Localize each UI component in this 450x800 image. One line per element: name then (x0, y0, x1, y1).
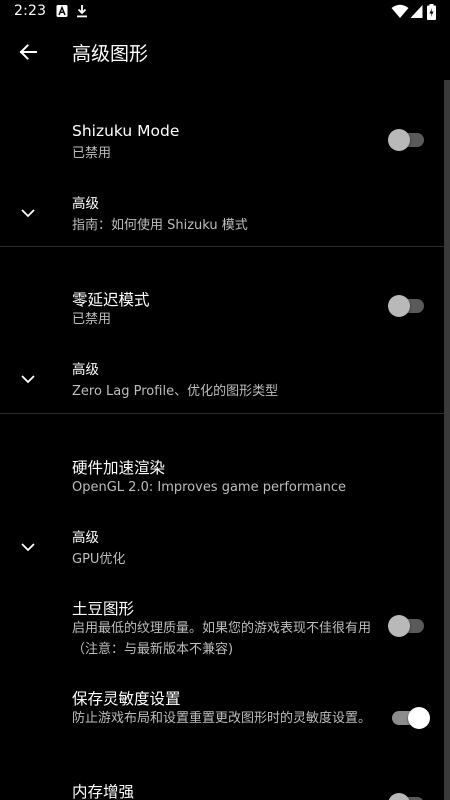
advanced-summary: GPU优化 (72, 552, 126, 567)
advanced-summary: Zero Lag Profile、优化的图形类型 (72, 384, 279, 399)
scrollbar-thumb[interactable] (444, 80, 450, 800)
setting-title: 零延迟模式 (72, 291, 150, 309)
advanced-shizuku[interactable]: 高级 指南：如何使用 Shizuku 模式 (0, 184, 444, 244)
potato-graphics-switch[interactable] (388, 614, 428, 638)
option-memory-boost[interactable]: 内存增强 (0, 772, 444, 800)
scrollbar[interactable] (444, 80, 450, 800)
page-title: 高级图形 (72, 43, 149, 65)
switch-thumb (408, 707, 430, 729)
settings-list: Shizuku Mode 已禁用 高级 指南：如何使用 Shizuku 模式 零… (0, 80, 450, 800)
setting-summary: 已禁用 (72, 312, 112, 327)
save-sensitivity-switch[interactable] (388, 706, 430, 730)
chevron-down-icon (21, 543, 35, 552)
option-save-sensitivity[interactable]: 保存灵敏度设置 防止游戏布局和设置重置更改图形时的灵敏度设置。 (0, 680, 444, 750)
switch-thumb (388, 615, 410, 637)
advanced-gpu[interactable]: 高级 GPU优化 (0, 518, 444, 578)
advanced-title: 高级 (72, 530, 99, 546)
wifi-icon (391, 4, 409, 18)
option-summary: 启用最低的纹理质量。如果您的游戏表现不佳很有用 （注意：与最新版本不兼容) (72, 621, 372, 657)
option-potato-graphics[interactable]: 土豆图形 启用最低的纹理质量。如果您的游戏表现不佳很有用 （注意：与最新版本不兼… (0, 590, 444, 660)
option-title: 内存增强 (72, 783, 135, 800)
setting-shizuku-mode[interactable]: Shizuku Mode 已禁用 (0, 114, 444, 178)
advanced-title: 高级 (72, 196, 99, 212)
download-icon (77, 5, 87, 18)
advanced-title: 高级 (72, 362, 99, 378)
notification-app-icon (56, 5, 68, 17)
setting-summary: OpenGL 2.0: Improves game performance (72, 480, 346, 495)
arrow-back-icon (19, 44, 37, 60)
battery-charging-icon (427, 4, 436, 20)
memory-boost-switch[interactable] (388, 792, 428, 800)
switch-thumb (388, 295, 410, 317)
setting-summary: 已禁用 (72, 146, 112, 161)
switch-thumb (388, 129, 410, 151)
chevron-down-icon (21, 209, 35, 218)
option-summary: 防止游戏布局和设置重置更改图形时的灵敏度设置。 (72, 711, 372, 726)
status-time: 2:23 (14, 3, 47, 19)
zero-lag-mode-switch[interactable] (388, 294, 428, 318)
setting-hardware-accel-rendering[interactable]: 硬件加速渲染 OpenGL 2.0: Improves game perform… (0, 448, 444, 498)
status-bar: 2:23 (0, 0, 450, 24)
app-bar: 高级图形 (0, 24, 450, 80)
advanced-zero-lag[interactable]: 高级 Zero Lag Profile、优化的图形类型 (0, 350, 444, 410)
divider (0, 246, 444, 247)
setting-title: 硬件加速渲染 (72, 459, 166, 477)
divider (0, 413, 444, 414)
back-button[interactable] (12, 36, 44, 68)
switch-thumb (388, 793, 410, 800)
setting-title: Shizuku Mode (72, 122, 180, 140)
chevron-down-icon (21, 375, 35, 384)
shizuku-mode-switch[interactable] (388, 128, 428, 152)
cellular-signal-icon (410, 5, 423, 18)
option-title: 土豆图形 (72, 600, 135, 618)
setting-zero-lag-mode[interactable]: 零延迟模式 已禁用 (0, 280, 444, 344)
advanced-summary: 指南：如何使用 Shizuku 模式 (72, 218, 248, 233)
option-title: 保存灵敏度设置 (72, 690, 181, 708)
